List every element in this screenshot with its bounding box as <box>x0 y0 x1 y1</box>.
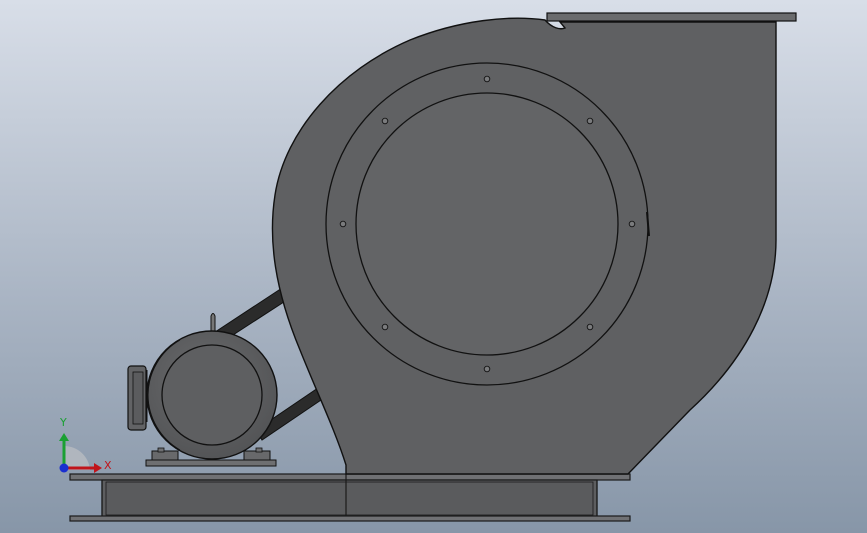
outlet-flange <box>546 12 797 22</box>
bolt <box>628 220 636 228</box>
motor-end-bell <box>161 344 263 446</box>
bolt <box>381 117 389 125</box>
base-top-rail <box>69 473 631 481</box>
triad-x-label: X <box>104 459 112 472</box>
inlet-inner-ring <box>355 92 619 356</box>
base-frame[interactable] <box>69 473 631 522</box>
motor-foot-left <box>151 450 179 461</box>
bolt <box>586 323 594 331</box>
bolt <box>339 220 347 228</box>
base-channel-inner <box>105 481 594 516</box>
bolt <box>483 75 491 83</box>
motor-end-cap-inner <box>132 371 144 425</box>
motor-base-plate <box>145 459 277 467</box>
bolt <box>586 117 594 125</box>
graphics-viewport[interactable]: X Y <box>0 0 867 533</box>
motor-foot-bolt <box>255 447 263 453</box>
bolt <box>483 365 491 373</box>
triad-y-label: Y <box>59 416 67 429</box>
motor-foot-bolt <box>157 447 165 453</box>
triad-z-axis <box>59 463 69 473</box>
model-view[interactable]: X Y <box>0 0 867 533</box>
base-bottom-rail <box>69 515 631 522</box>
bolt <box>381 323 389 331</box>
